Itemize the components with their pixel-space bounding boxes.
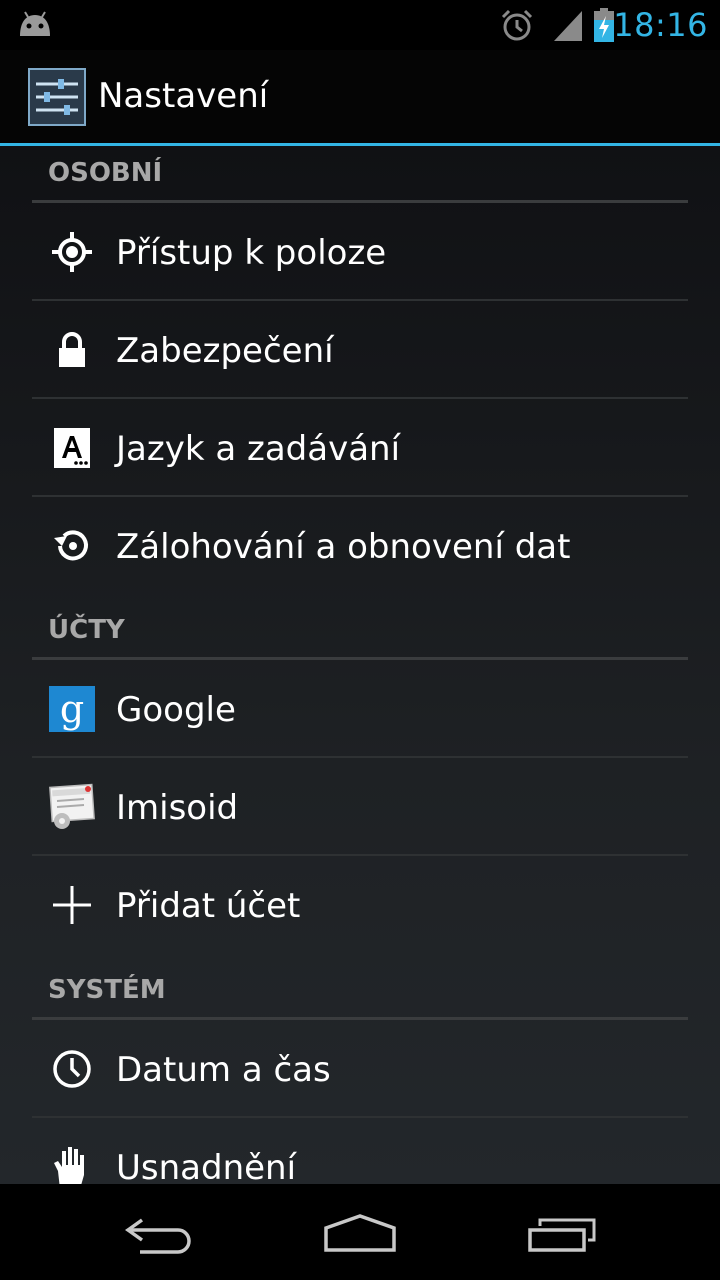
settings-item-date-time[interactable]: Datum a čas	[32, 1020, 688, 1118]
settings-item-google[interactable]: g Google	[32, 660, 688, 758]
google-icon: g	[48, 685, 96, 733]
back-icon[interactable]	[124, 1214, 196, 1254]
home-icon[interactable]	[322, 1214, 398, 1254]
signal-icon	[554, 11, 582, 41]
status-bar: 18:16	[0, 0, 720, 50]
plus-icon	[48, 881, 96, 929]
language-icon	[48, 424, 96, 472]
settings-item-location[interactable]: Přístup k poloze	[32, 203, 688, 301]
action-bar: Nastavení	[0, 50, 720, 146]
settings-item-label: Imisoid	[116, 788, 239, 828]
settings-item-accessibility[interactable]: Usnadnění	[32, 1118, 688, 1184]
imisoid-icon	[48, 783, 96, 831]
lock-icon	[48, 326, 96, 374]
navigation-bar	[0, 1184, 720, 1280]
android-icon	[20, 11, 50, 36]
section-header-personal: OSOBNÍ	[32, 146, 688, 203]
settings-item-language[interactable]: Jazyk a zadávání	[32, 399, 688, 497]
settings-item-backup[interactable]: Zálohování a obnovení dat	[32, 497, 688, 595]
section-title: OSOBNÍ	[48, 158, 163, 188]
alarm-icon	[501, 9, 533, 41]
settings-item-label: Zálohování a obnovení dat	[116, 527, 571, 567]
page-title: Nastavení	[98, 76, 269, 116]
clock-time: 18:16	[613, 6, 708, 44]
battery-charging-icon	[594, 8, 614, 42]
backup-restore-icon	[48, 522, 96, 570]
clock-icon	[48, 1045, 96, 1093]
section-title: SYSTÉM	[48, 975, 166, 1005]
settings-item-label: Přístup k poloze	[116, 233, 387, 273]
settings-item-label: Datum a čas	[116, 1050, 331, 1090]
settings-item-label: Usnadnění	[116, 1148, 297, 1184]
settings-item-security[interactable]: Zabezpečení	[32, 301, 688, 399]
settings-item-label: Přidat účet	[116, 886, 301, 926]
svg-text:g: g	[60, 687, 84, 731]
settings-item-label: Zabezpečení	[116, 331, 334, 371]
settings-item-label: Jazyk a zadávání	[116, 429, 401, 469]
settings-item-add-account[interactable]: Přidat účet	[32, 856, 688, 954]
settings-item-label: Google	[116, 690, 236, 730]
settings-list[interactable]: OSOBNÍ Přístup k poloze Zabezpečení Jazy…	[0, 146, 720, 1184]
recent-apps-icon[interactable]	[526, 1214, 598, 1254]
settings-sliders-icon[interactable]	[28, 68, 86, 126]
section-header-accounts: ÚČTY	[32, 603, 688, 660]
section-header-system: SYSTÉM	[32, 963, 688, 1020]
location-icon	[48, 228, 96, 276]
hand-icon	[48, 1143, 96, 1184]
settings-item-imisoid[interactable]: Imisoid	[32, 758, 688, 856]
section-title: ÚČTY	[48, 615, 125, 645]
